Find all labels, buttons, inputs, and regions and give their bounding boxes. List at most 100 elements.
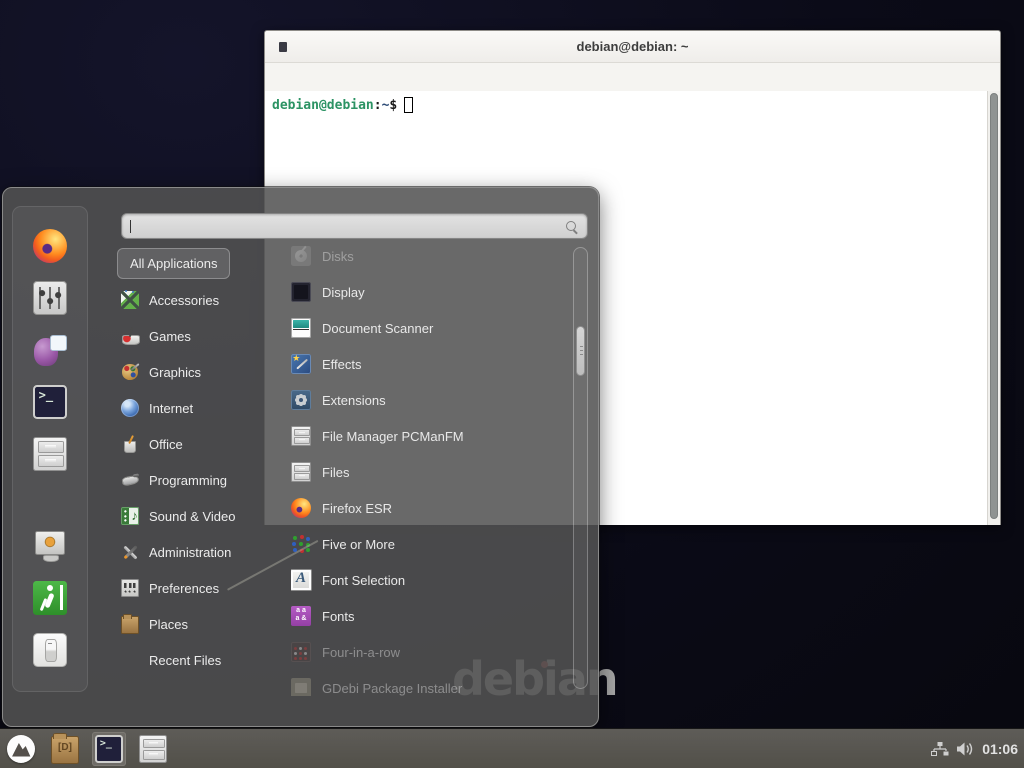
volume-icon[interactable] xyxy=(957,742,974,756)
app-label: Fonts xyxy=(322,609,355,624)
app-document-scanner[interactable]: Document Scanner xyxy=(291,310,567,346)
search-input[interactable] xyxy=(128,216,558,236)
app-label: GDebi Package Installer xyxy=(322,681,462,696)
search-icon xyxy=(565,220,578,233)
favorite-control-center[interactable] xyxy=(33,281,67,315)
log-out-icon xyxy=(33,581,67,615)
app-display[interactable]: Display xyxy=(291,274,567,310)
app-file-manager-pcmanfm[interactable]: File Manager PCManFM xyxy=(291,418,567,454)
app-label: Five or More xyxy=(322,537,395,552)
category-graphics[interactable]: Graphics xyxy=(117,354,267,390)
window-control-maximize[interactable] xyxy=(942,41,954,53)
taskbar-launchers xyxy=(4,729,170,768)
app-five-or-more[interactable]: Five or More xyxy=(291,526,567,562)
category-administration[interactable]: Administration xyxy=(117,534,267,570)
category-label: All Applications xyxy=(130,256,217,271)
disks-icon xyxy=(291,246,311,266)
category-all-applications[interactable]: All Applications xyxy=(117,248,230,279)
search-caret xyxy=(130,220,131,233)
category-sound-video[interactable]: Sound & Video xyxy=(117,498,267,534)
category-accessories[interactable]: Accessories xyxy=(117,282,267,318)
app-firefox-esr[interactable]: Firefox ESR xyxy=(291,490,567,526)
prompt-separator: : xyxy=(374,98,382,113)
favorite-pidgin[interactable] xyxy=(33,333,67,367)
file-manager-icon xyxy=(291,462,311,482)
preferences-icon xyxy=(121,579,139,597)
app-gdebi-package-installer[interactable]: GDebi Package Installer xyxy=(291,670,567,696)
taskbar-button-desktop-folder[interactable] xyxy=(48,732,82,766)
app-files[interactable]: Files xyxy=(291,454,567,490)
effects-icon xyxy=(291,354,311,374)
taskbar-clock[interactable]: 01:06 xyxy=(982,741,1018,757)
session-button-shutdown[interactable] xyxy=(33,633,67,667)
taskbar-button-menu[interactable] xyxy=(4,732,38,766)
sound-video-icon xyxy=(121,507,139,525)
application-list: Disks Display Document Scanner Effects E… xyxy=(291,238,567,696)
category-label: Recent Files xyxy=(121,653,221,668)
system-tray: 01:06 xyxy=(931,729,1018,768)
app-fonts[interactable]: Fonts xyxy=(291,598,567,634)
app-label: Font Selection xyxy=(322,573,405,588)
category-label: Programming xyxy=(149,473,227,488)
pidgin-icon xyxy=(33,333,67,367)
category-list: All Applications Accessories Games Graph… xyxy=(117,246,267,678)
taskbar-button-terminal[interactable] xyxy=(92,732,126,766)
window-control-minimize[interactable] xyxy=(910,41,922,53)
app-label: Display xyxy=(322,285,365,300)
file-manager-icon xyxy=(139,735,167,763)
prompt-symbol: $ xyxy=(389,98,397,113)
category-recent-files[interactable]: Recent Files xyxy=(117,642,267,678)
app-label: Files xyxy=(322,465,349,480)
folder-icon xyxy=(121,616,139,634)
favorite-terminal[interactable] xyxy=(33,385,67,419)
app-label: File Manager PCManFM xyxy=(322,429,464,444)
taskbar: 01:06 xyxy=(0,728,1024,768)
category-label: Places xyxy=(149,617,188,632)
shutdown-icon xyxy=(33,633,67,667)
app-effects[interactable]: Effects xyxy=(291,346,567,382)
terminal-window-title: debian@debian: ~ xyxy=(577,39,689,54)
network-icon[interactable] xyxy=(931,742,949,757)
office-icon xyxy=(121,435,139,453)
category-games[interactable]: Games xyxy=(117,318,267,354)
category-programming[interactable]: Programming xyxy=(117,462,267,498)
fonts-icon xyxy=(291,606,311,626)
terminal-scrollbar-thumb[interactable] xyxy=(990,93,998,519)
category-preferences[interactable]: Preferences xyxy=(117,570,267,606)
terminal-menubar xyxy=(265,63,1000,91)
category-internet[interactable]: Internet xyxy=(117,390,267,426)
app-four-in-a-row[interactable]: Four-in-a-row xyxy=(291,634,567,670)
file-manager-icon xyxy=(33,437,67,471)
application-menu: All Applications Accessories Games Graph… xyxy=(2,187,599,727)
category-label: Office xyxy=(149,437,183,452)
accessories-icon xyxy=(121,291,139,309)
taskbar-button-file-manager[interactable] xyxy=(136,732,170,766)
display-icon xyxy=(291,282,311,302)
category-places[interactable]: Places xyxy=(117,606,267,642)
graphics-icon xyxy=(121,363,139,381)
menu-logo-icon xyxy=(7,735,35,763)
terminal-scrollbar[interactable] xyxy=(987,91,1000,525)
desktop: debian debian@debian: ~ debian@debian:~$ xyxy=(0,0,1024,768)
app-disks[interactable]: Disks xyxy=(291,238,567,274)
app-label: Effects xyxy=(322,357,362,372)
desktop-folder-icon xyxy=(51,736,79,764)
firefox-icon xyxy=(33,229,67,263)
terminal-titlebar[interactable]: debian@debian: ~ xyxy=(265,31,1000,63)
favorite-apps xyxy=(13,229,87,471)
app-list-scrollbar-thumb[interactable] xyxy=(576,326,585,376)
terminal-window-icon xyxy=(279,42,287,52)
app-list-scrollbar[interactable] xyxy=(573,247,588,689)
session-button-lock-screen[interactable] xyxy=(33,529,67,563)
window-control-close[interactable] xyxy=(974,41,986,53)
favorite-firefox[interactable] xyxy=(33,229,67,263)
category-office[interactable]: Office xyxy=(117,426,267,462)
app-font-selection[interactable]: Font Selection xyxy=(291,562,567,598)
app-label: Firefox ESR xyxy=(322,501,392,516)
app-extensions[interactable]: Extensions xyxy=(291,382,567,418)
programming-icon xyxy=(121,471,139,489)
control-center-icon xyxy=(33,281,67,315)
session-button-log-out[interactable] xyxy=(33,581,67,615)
prompt-user-host: debian@debian xyxy=(272,98,374,113)
favorite-file-manager[interactable] xyxy=(33,437,67,471)
